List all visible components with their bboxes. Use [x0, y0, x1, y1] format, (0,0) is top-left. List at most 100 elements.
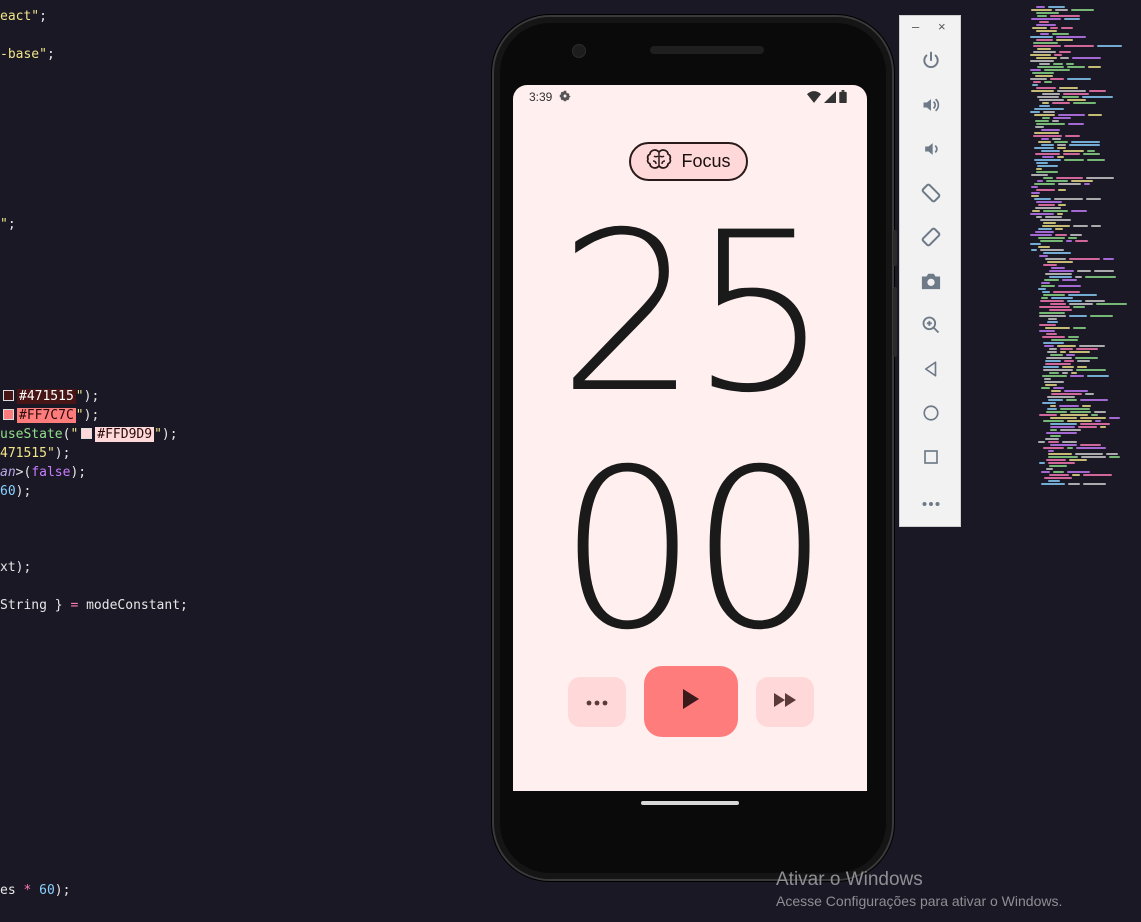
play-button[interactable]: [644, 666, 738, 737]
screenshot-button[interactable]: [914, 266, 948, 300]
minimap-line: [1086, 198, 1101, 200]
minimap-line: [1037, 48, 1051, 50]
minimap-line: [1046, 180, 1068, 182]
minimap-line: [1049, 348, 1057, 350]
more-button[interactable]: [914, 486, 948, 520]
minimap-line: [1067, 420, 1092, 422]
code-line[interactable]: 60);: [0, 483, 31, 501]
code-line[interactable]: -base";: [0, 46, 55, 64]
minimap-line: [1030, 54, 1051, 56]
minimap-line: [1043, 342, 1064, 344]
minimap-line: [1071, 9, 1094, 11]
minimap-line: [1084, 183, 1090, 185]
minimap-line: [1052, 102, 1070, 104]
zoom-button[interactable]: [914, 310, 948, 344]
minimap-line: [1068, 336, 1079, 338]
minimap-line: [1069, 315, 1087, 317]
rotate-right-button[interactable]: [914, 222, 948, 256]
minimap-line: [1080, 399, 1108, 401]
camera-icon: [920, 271, 942, 296]
rotate-left-icon: [920, 182, 942, 209]
minimap-line: [1044, 381, 1064, 383]
code-line[interactable]: ";: [0, 216, 16, 234]
minimap-line: [1057, 90, 1086, 92]
volume-up-icon: [921, 95, 941, 120]
code-line[interactable]: xt);: [0, 559, 31, 577]
minimap-line: [1051, 297, 1073, 299]
minimap-line: [1050, 303, 1066, 305]
minimap-line: [1046, 468, 1053, 470]
code-line[interactable]: eact";: [0, 8, 47, 26]
code-line[interactable]: 471515");: [0, 445, 70, 463]
minimap-line: [1103, 258, 1114, 260]
overview-button[interactable]: [914, 442, 948, 476]
minimap-line: [1052, 120, 1059, 122]
minimap-line: [1031, 90, 1054, 92]
minimap-line: [1043, 210, 1068, 212]
minimap-line: [1042, 375, 1067, 377]
phone-side-button-volume[interactable]: [893, 287, 897, 357]
minimap-line: [1031, 9, 1052, 11]
phone-side-button-power[interactable]: [893, 230, 897, 266]
rotate-left-button[interactable]: [914, 178, 948, 212]
minimap-line: [1032, 27, 1047, 29]
minimap-line: [1036, 12, 1059, 14]
minimap-line: [1035, 75, 1053, 77]
minimap-line: [1050, 15, 1080, 17]
minimap-line: [1041, 144, 1054, 146]
minimap-line: [1037, 165, 1058, 167]
minimap-line: [1054, 198, 1083, 200]
code-line[interactable]: useState(" #FFD9D9 ");: [0, 426, 178, 444]
status-clock: 3:39: [529, 90, 553, 104]
minimap-line: [1046, 357, 1072, 359]
minimap-line: [1060, 429, 1081, 431]
code-line[interactable]: #471515 ");: [0, 388, 99, 406]
minimap-line: [1058, 285, 1081, 287]
minimap-line: [1039, 105, 1050, 107]
minimap-line: [1039, 306, 1070, 308]
minimap-line: [1047, 396, 1075, 398]
minimap-line: [1038, 237, 1065, 239]
skip-button[interactable]: [756, 677, 814, 727]
minimap-line: [1037, 96, 1059, 98]
code-line[interactable]: String } = modeConstant;: [0, 597, 188, 615]
back-button[interactable]: [914, 354, 948, 388]
minimap-line: [1043, 177, 1053, 179]
volume-up-button[interactable]: [914, 90, 948, 124]
code-line[interactable]: es * 60);: [0, 882, 70, 900]
minimap-line: [1106, 453, 1118, 455]
gesture-home-bar[interactable]: [641, 801, 739, 805]
wifi-icon: [807, 90, 821, 108]
minimap-line: [1050, 435, 1061, 437]
minimap-line: [1043, 222, 1056, 224]
minimap-line: [1073, 102, 1096, 104]
minimap-line: [1087, 375, 1109, 377]
minimap-line: [1080, 444, 1101, 446]
minimap-line: [1036, 24, 1056, 26]
minimap-line: [1051, 393, 1082, 395]
power-button[interactable]: [914, 46, 948, 80]
minimize-button[interactable]: –: [912, 19, 919, 34]
home-button[interactable]: [914, 398, 948, 432]
code-line[interactable]: an>(false);: [0, 464, 86, 482]
minimap-line: [1060, 348, 1073, 350]
more-options-button[interactable]: [568, 677, 626, 727]
minimap-line: [1059, 405, 1079, 407]
minimap-line: [1060, 408, 1090, 410]
code-editor[interactable]: eact"; -base"; "; #471515 "); #FF7C7C "); useSt…: [0, 0, 490, 922]
minimap-line: [1085, 393, 1094, 395]
back-icon: [922, 360, 940, 383]
volume-down-button[interactable]: [914, 134, 948, 168]
minimap-line: [1088, 66, 1101, 68]
minimap-line: [1046, 432, 1077, 434]
mode-pill[interactable]: Focus: [629, 142, 748, 181]
code-line[interactable]: #FF7C7C ");: [0, 407, 99, 425]
minimap-line: [1075, 357, 1098, 359]
settings-gear-icon: [558, 89, 572, 108]
rotate-right-icon: [920, 226, 942, 253]
minimap-line: [1071, 210, 1087, 212]
minimap-line: [1045, 273, 1072, 275]
minimap-line: [1083, 474, 1112, 476]
close-button[interactable]: ×: [938, 19, 946, 34]
editor-minimap[interactable]: [1030, 6, 1130, 486]
